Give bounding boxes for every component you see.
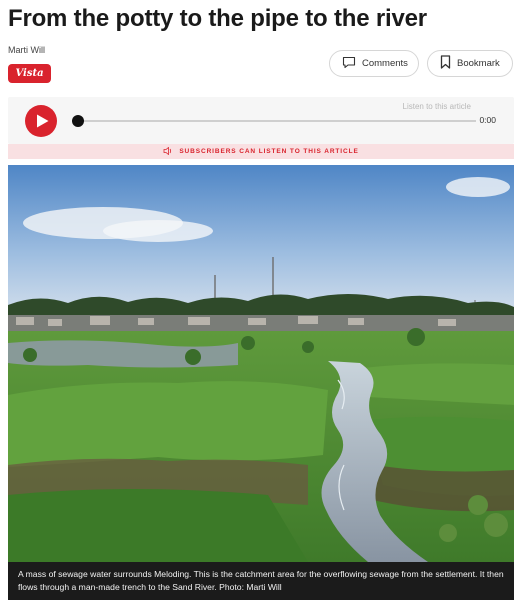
bookmark-icon bbox=[440, 55, 451, 72]
author-name[interactable]: Marti Will bbox=[8, 45, 45, 55]
subscribers-notice[interactable]: SUBSCRIBERS CAN LISTEN TO THIS ARTICLE bbox=[8, 144, 514, 159]
audio-player: Listen to this article 0:00 bbox=[8, 97, 514, 144]
photo-caption: A mass of sewage water surrounds Melodin… bbox=[8, 562, 514, 600]
comments-button[interactable]: Comments bbox=[329, 50, 419, 77]
publication-badge: Vista bbox=[8, 64, 51, 83]
listen-label: Listen to this article bbox=[402, 102, 471, 111]
audio-progress-knob[interactable] bbox=[72, 115, 84, 127]
play-button[interactable] bbox=[25, 105, 57, 137]
bookmark-label: Bookmark bbox=[457, 58, 500, 69]
bookmark-button[interactable]: Bookmark bbox=[427, 50, 513, 77]
speech-bubble-icon bbox=[342, 56, 356, 72]
audio-time: 0:00 bbox=[479, 115, 496, 125]
article-headline: From the potty to the pipe to the river bbox=[8, 5, 427, 32]
audio-progress-track[interactable] bbox=[78, 120, 476, 122]
comments-label: Comments bbox=[362, 58, 408, 69]
article-photo bbox=[8, 165, 514, 562]
speaker-icon bbox=[163, 146, 173, 157]
subscribers-notice-text: SUBSCRIBERS CAN LISTEN TO THIS ARTICLE bbox=[179, 148, 359, 155]
play-icon bbox=[37, 114, 49, 128]
